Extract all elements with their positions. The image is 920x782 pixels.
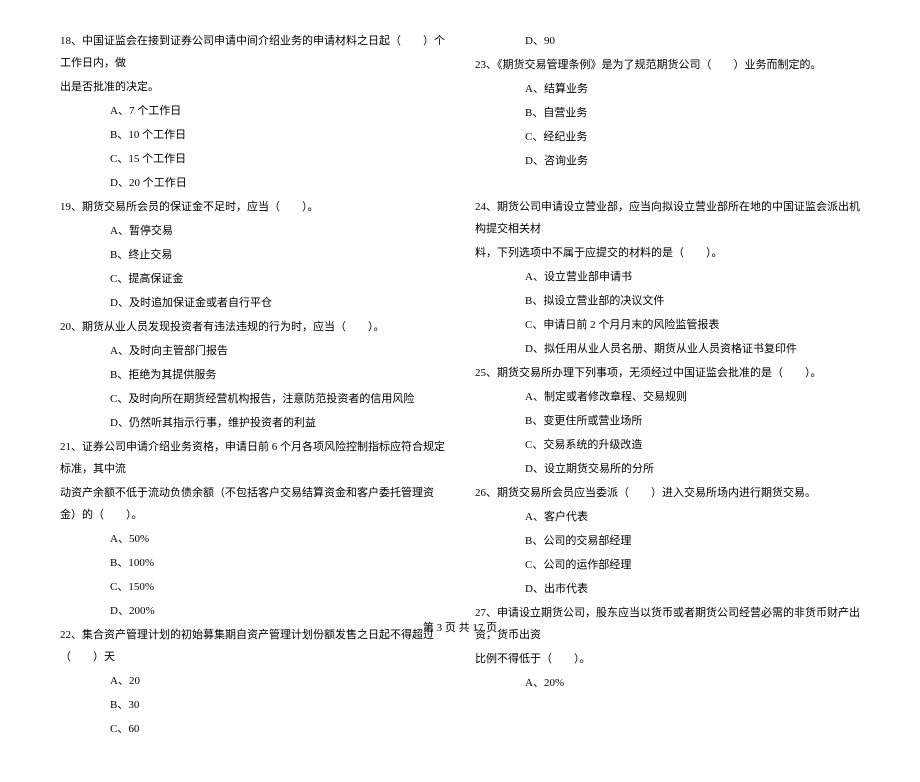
right-column: D、90 23、《期货交易管理条例》是为了规范期货公司（ ）业务而制定的。 A、… [475, 30, 860, 742]
q23-optD: D、咨询业务 [475, 150, 860, 172]
q20-optA: A、及时向主管部门报告 [60, 340, 445, 362]
q19-optB: B、终止交易 [60, 244, 445, 266]
q18-optB: B、10 个工作日 [60, 124, 445, 146]
q26-text: 26、期货交易所会员应当委派（ ）进入交易所场内进行期货交易。 [475, 482, 860, 504]
q26-optA: A、客户代表 [475, 506, 860, 528]
q21-text: 21、证券公司申请介绍业务资格，申请日前 6 个月各项风险控制指标应符合规定标准… [60, 436, 445, 480]
q21-optA: A、50% [60, 528, 445, 550]
q19-optD: D、及时追加保证金或者自行平仓 [60, 292, 445, 314]
q21-optB: B、100% [60, 552, 445, 574]
q18-text: 18、中国证监会在接到证券公司申请中间介绍业务的申请材料之日起（ ）个工作日内，… [60, 30, 445, 74]
q24-text2: 料，下列选项中不属于应提交的材料的是（ ）。 [475, 242, 860, 264]
q24-optD: D、拟任用从业人员名册、期货从业人员资格证书复印件 [475, 338, 860, 360]
q23-optA: A、结算业务 [475, 78, 860, 100]
q25-optD: D、设立期货交易所的分所 [475, 458, 860, 480]
q22-optA: A、20 [60, 670, 445, 692]
q20-optD: D、仍然听其指示行事，维护投资者的利益 [60, 412, 445, 434]
q24-optC: C、申请日前 2 个月月末的风险监管报表 [475, 314, 860, 336]
q23-optB: B、自营业务 [475, 102, 860, 124]
q25-text: 25、期货交易所办理下列事项，无须经过中国证监会批准的是（ ）。 [475, 362, 860, 384]
q25-optA: A、制定或者修改章程、交易规则 [475, 386, 860, 408]
q20-optB: B、拒绝为其提供服务 [60, 364, 445, 386]
q20-optC: C、及时向所在期货经营机构报告，注意防范投资者的信用风险 [60, 388, 445, 410]
page-content: 18、中国证监会在接到证券公司申请中间介绍业务的申请材料之日起（ ）个工作日内，… [0, 0, 920, 782]
q25-optC: C、交易系统的升级改造 [475, 434, 860, 456]
q24-optA: A、设立营业部申请书 [475, 266, 860, 288]
q21-text2: 动资产余额不低于流动负债余额（不包括客户交易结算资金和客户委托管理资金）的（ ）… [60, 482, 445, 526]
q18-text2: 出是否批准的决定。 [60, 76, 445, 98]
q18-optA: A、7 个工作日 [60, 100, 445, 122]
q22-optB: B、30 [60, 694, 445, 716]
q18-optD: D、20 个工作日 [60, 172, 445, 194]
q24-optB: B、拟设立营业部的决议文件 [475, 290, 860, 312]
left-column: 18、中国证监会在接到证券公司申请中间介绍业务的申请材料之日起（ ）个工作日内，… [60, 30, 445, 742]
q19-optC: C、提高保证金 [60, 268, 445, 290]
page-footer: 第 3 页 共 17 页 [0, 619, 920, 635]
q26-optD: D、出市代表 [475, 578, 860, 600]
q26-optB: B、公司的交易部经理 [475, 530, 860, 552]
q18-optC: C、15 个工作日 [60, 148, 445, 170]
q27-optA: A、20% [475, 672, 860, 694]
spacer [475, 174, 860, 196]
q19-text: 19、期货交易所会员的保证金不足时，应当（ ）。 [60, 196, 445, 218]
q23-optC: C、经纪业务 [475, 126, 860, 148]
q24-text: 24、期货公司申请设立营业部，应当向拟设立营业部所在地的中国证监会派出机构提交相… [475, 196, 860, 240]
q25-optB: B、变更住所或营业场所 [475, 410, 860, 432]
q19-optA: A、暂停交易 [60, 220, 445, 242]
q27-text2: 比例不得低于（ ）。 [475, 648, 860, 670]
q21-optC: C、150% [60, 576, 445, 598]
q26-optC: C、公司的运作部经理 [475, 554, 860, 576]
q22-optD: D、90 [475, 30, 860, 52]
q23-text: 23、《期货交易管理条例》是为了规范期货公司（ ）业务而制定的。 [475, 54, 860, 76]
q20-text: 20、期货从业人员发现投资者有违法违规的行为时，应当（ ）。 [60, 316, 445, 338]
q22-optC: C、60 [60, 718, 445, 740]
